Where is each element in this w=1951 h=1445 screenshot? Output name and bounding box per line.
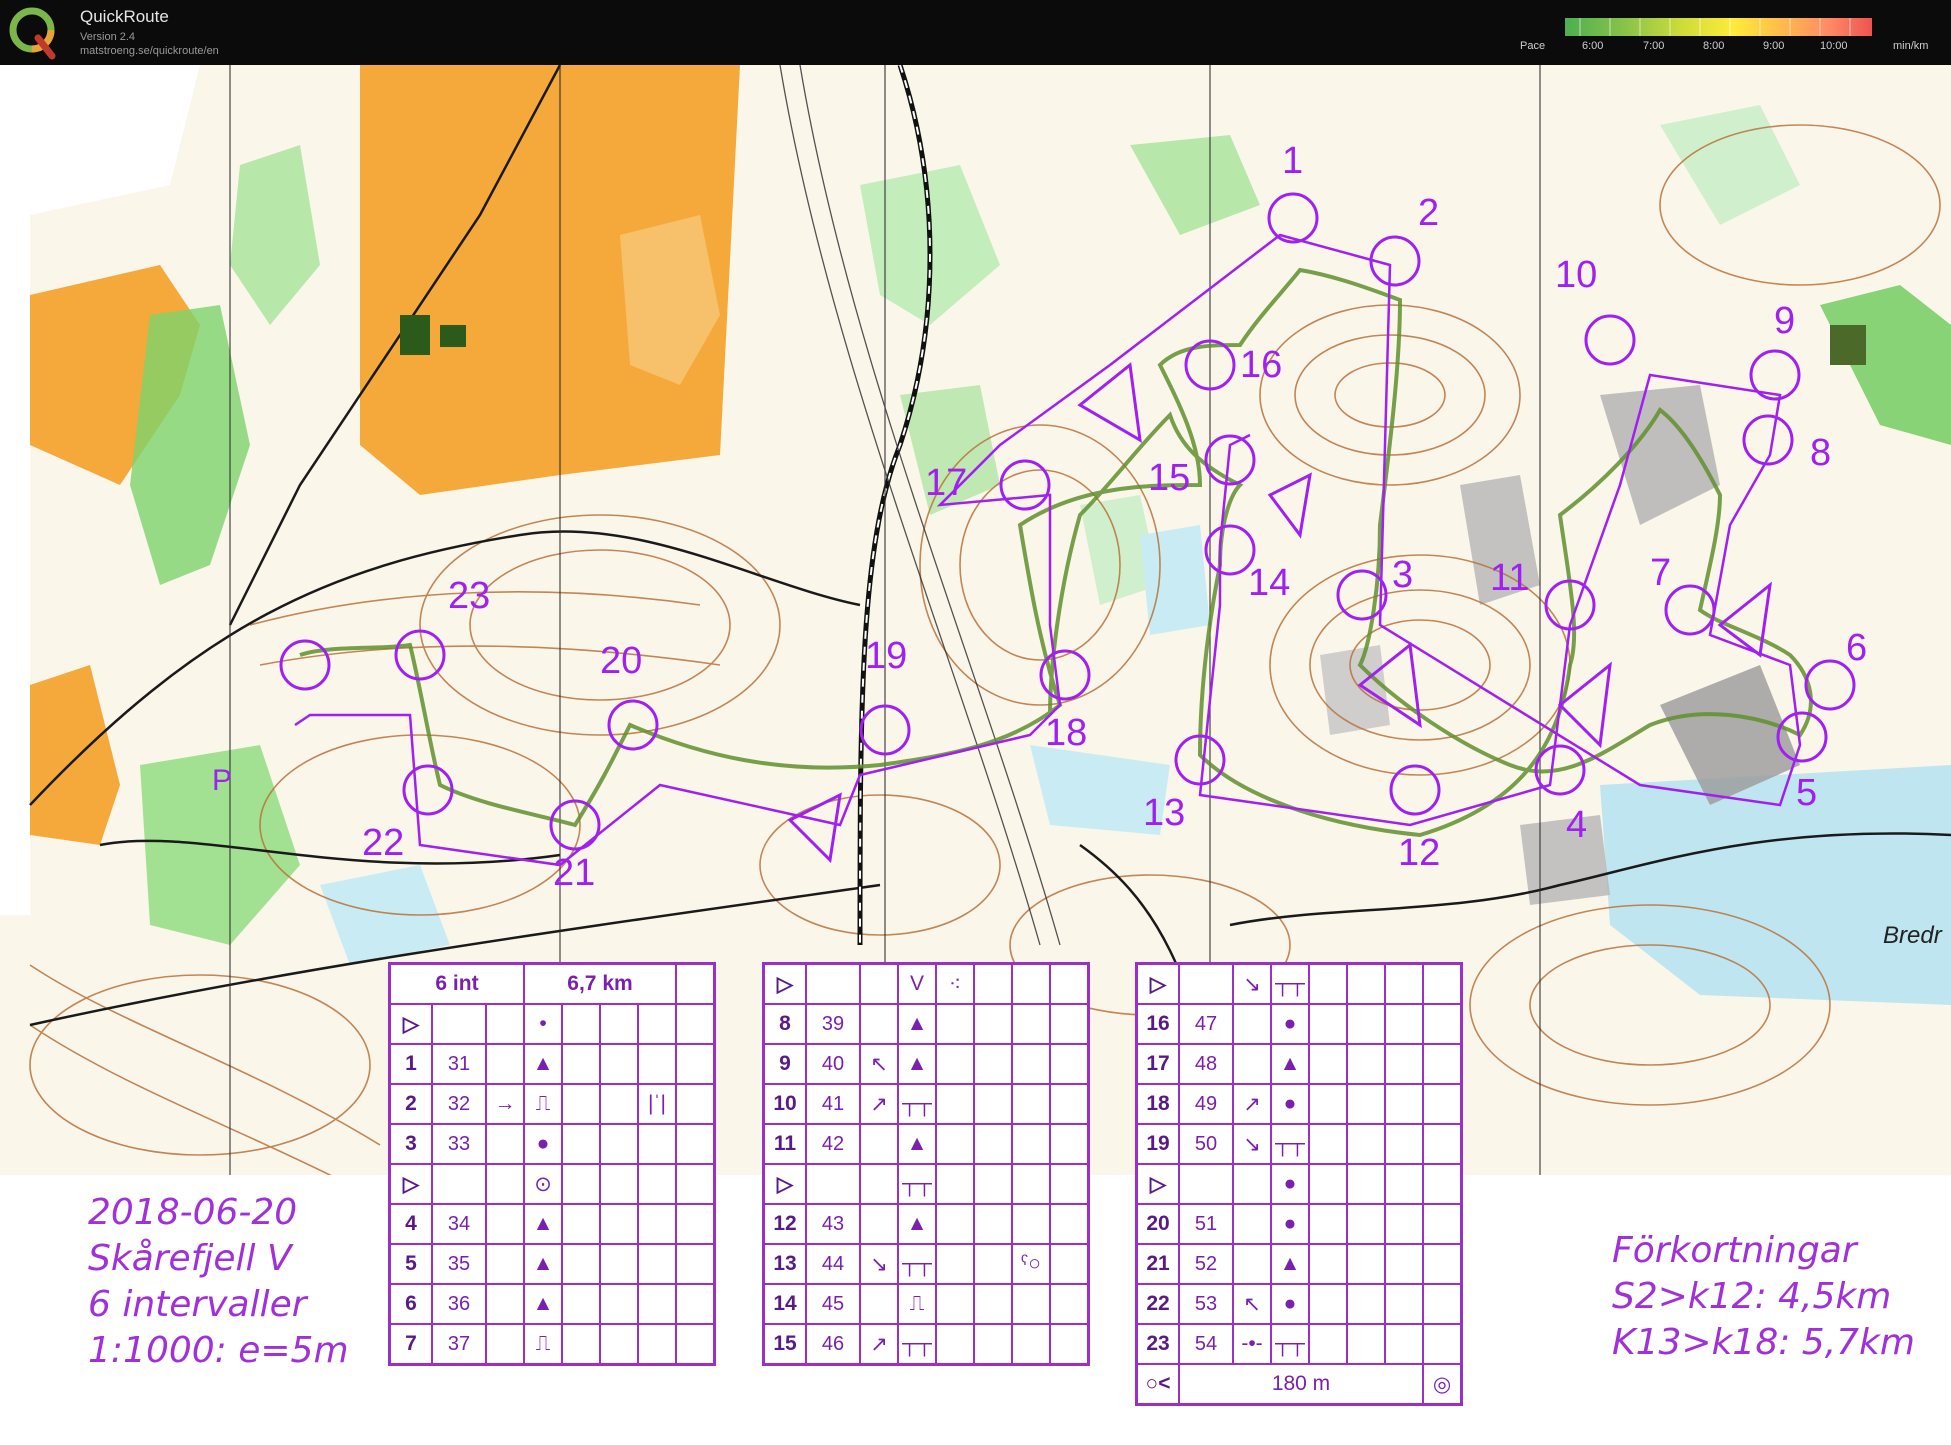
table-row: 7 37 ⎍ <box>388 1323 716 1366</box>
table-row: 16 47 ● <box>1135 1003 1463 1045</box>
pace-tick: 7:00 <box>1643 40 1665 52</box>
control-description-table-3: ▷ ↘ ┬┬ 16 47 ● 17 48 ▲ 18 49 ↗ ● 19 50 ↘ ┬┬ ▷ ● 20 51 ●… <box>1135 962 1463 1406</box>
table-row: 17 48 ▲ <box>1135 1043 1463 1085</box>
course-length: 6,7 km <box>523 962 677 1005</box>
control-label: 5 <box>1796 772 1817 814</box>
control-label: 13 <box>1143 792 1185 834</box>
annotation-place: Skårefjell V <box>88 1238 292 1279</box>
table-row: ▷ V ⁖ <box>762 962 1090 1005</box>
finish-distance: 180 m <box>1178 1363 1424 1406</box>
table-row: 22 53 ↖ ● <box>1135 1283 1463 1325</box>
control-label: 4 <box>1566 804 1587 846</box>
finish-icon: ◎ <box>1422 1363 1463 1406</box>
control-label: 9 <box>1774 300 1795 342</box>
control-label: 23 <box>448 575 490 617</box>
table-row: 18 49 ↗ ● <box>1135 1083 1463 1125</box>
control-label: 10 <box>1555 254 1597 296</box>
pace-tick: 6:00 <box>1582 40 1604 52</box>
table-row: 5 35 ▲ <box>388 1243 716 1285</box>
app-name: QuickRoute <box>80 7 169 26</box>
quickroute-logo-icon <box>9 7 56 60</box>
pace-color-scale <box>1565 18 1872 36</box>
pace-tick: 9:00 <box>1763 40 1785 52</box>
finish-start-icon: ○< <box>1135 1363 1180 1406</box>
control-label: 7 <box>1650 552 1671 594</box>
pace-tick: 10:00 <box>1820 40 1848 52</box>
control-label: 16 <box>1240 344 1282 386</box>
control-label: 14 <box>1248 562 1290 604</box>
annotation-right: Förkortningar S2>k12: 4,5km K13>k18: 5,7… <box>1612 1228 1915 1366</box>
table-row: ▷ ⊙ <box>388 1163 716 1205</box>
table-row: 6 36 ▲ <box>388 1283 716 1325</box>
table-row: 20 51 ● <box>1135 1203 1463 1245</box>
annotation-date: 2018-06-20 <box>88 1192 298 1233</box>
table-row: 15 46 ↗ ┬┬ <box>762 1323 1090 1366</box>
control-label: 22 <box>362 822 404 864</box>
control-description-table-2: ▷ V ⁖ 8 39 ▲ 9 40 ↖ ▲ 10 41 ↗ ┬┬ 11 42 ▲ ▷ ┬┬ 12 43 ▲ 1… <box>762 962 1090 1366</box>
control-label: 6 <box>1846 627 1867 669</box>
table-row: 11 42 ▲ <box>762 1123 1090 1165</box>
annotation-shortcut-1: S2>k12: 4,5km <box>1612 1276 1892 1317</box>
control-label: 17 <box>925 462 967 504</box>
table-row: 2 32 → ⎍ |ˈ| <box>388 1083 716 1125</box>
table-row: ▷ • <box>388 1003 716 1045</box>
app-titlebar: QuickRoute Version 2.4 matstroeng.se/qui… <box>0 0 1951 65</box>
pace-tick: 8:00 <box>1703 40 1725 52</box>
control-label: 18 <box>1045 712 1087 754</box>
table-row: 21 52 ▲ <box>1135 1243 1463 1285</box>
table-row: ○< 180 m ◎ <box>1135 1363 1463 1406</box>
table-row: 10 41 ↗ ┬┬ <box>762 1083 1090 1125</box>
control-label: 19 <box>865 635 907 677</box>
table-row: 12 43 ▲ <box>762 1203 1090 1245</box>
control-label: 1 <box>1282 140 1303 182</box>
control-label: 11 <box>1490 557 1529 599</box>
table-row: 8 39 ▲ <box>762 1003 1090 1045</box>
parking-label: P <box>212 764 232 797</box>
annotation-shortcuts-title: Förkortningar <box>1612 1230 1857 1271</box>
control-label: 15 <box>1148 457 1190 499</box>
control-description-table-1: 6 int 6,7 km ▷ • 1 31 ▲ 2 32 → ⎍ |ˈ| 3 33 ● ▷ ⊙ 43… <box>388 962 716 1366</box>
control-label: 3 <box>1392 554 1413 596</box>
pace-label: Pace <box>1520 40 1546 52</box>
control-label: 12 <box>1398 832 1440 874</box>
control-label: 21 <box>553 852 595 894</box>
table-row: ▷ ┬┬ <box>762 1163 1090 1205</box>
table-row: 3 33 ● <box>388 1123 716 1165</box>
table-row: ▷ ↘ ┬┬ <box>1135 962 1463 1005</box>
table-row: 14 45 ⎍ <box>762 1283 1090 1325</box>
place-label: Bredr <box>1883 922 1943 949</box>
annotation-shortcut-2: K13>k18: 5,7km <box>1612 1322 1915 1363</box>
control-label: 20 <box>600 640 642 682</box>
annotation-intervals: 6 intervaller <box>88 1284 307 1325</box>
app-version: Version 2.4 <box>80 31 136 43</box>
control-label: 2 <box>1418 192 1439 234</box>
table-row: ▷ ● <box>1135 1163 1463 1205</box>
pace-unit: min/km <box>1893 40 1929 52</box>
course-intervals: 6 int <box>388 962 525 1005</box>
annotation-left: 2018-06-20 Skårefjell V 6 intervaller 1:… <box>88 1190 349 1374</box>
control-label: 8 <box>1810 432 1831 474</box>
table-row: 19 50 ↘ ┬┬ <box>1135 1123 1463 1165</box>
app-url: matstroeng.se/quickroute/en <box>80 45 219 57</box>
table-row: 23 54 -•- ┬┬ <box>1135 1323 1463 1365</box>
table-row: 13 44 ↘ ┬┬ ˁ○ <box>762 1243 1090 1285</box>
table-row: 9 40 ↖ ▲ <box>762 1043 1090 1085</box>
table-row: 1 31 ▲ <box>388 1043 716 1085</box>
annotation-scale: 1:1000: e=5m <box>88 1330 349 1371</box>
table-row: 4 34 ▲ <box>388 1203 716 1245</box>
